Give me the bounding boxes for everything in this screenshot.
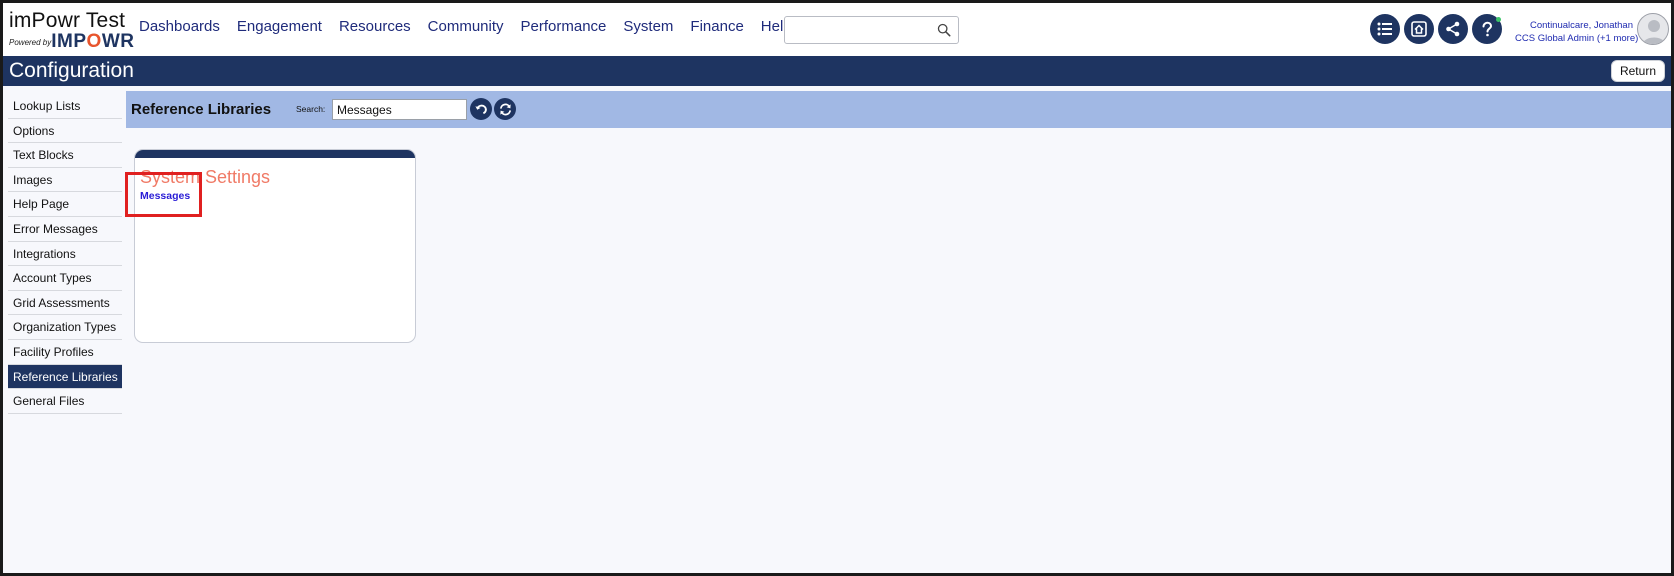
user-role: CCS Global Admin (+1 more): [1515, 33, 1639, 44]
refresh-icon: [499, 103, 511, 115]
app-title: imPowr Test: [9, 9, 126, 32]
page-title: Configuration: [9, 59, 134, 82]
toolbar-icons: [1370, 14, 1502, 44]
messages-link[interactable]: Messages: [140, 190, 190, 202]
top-navbar: imPowr Test Powered byIMPOWR Dashboards …: [3, 3, 1671, 56]
search-icon[interactable]: [937, 23, 951, 37]
nav-system[interactable]: System: [623, 18, 673, 35]
sidebar-item-general-files[interactable]: General Files: [8, 389, 122, 414]
help-icon[interactable]: [1472, 14, 1502, 44]
user-name: Continualcare, Jonathan: [1530, 20, 1633, 31]
nav-community[interactable]: Community: [428, 18, 504, 35]
list-icon[interactable]: [1370, 14, 1400, 44]
app-window: imPowr Test Powered byIMPOWR Dashboards …: [0, 0, 1674, 576]
user-avatar-icon: [1642, 20, 1666, 44]
undo-button[interactable]: [470, 98, 492, 120]
return-button[interactable]: Return: [1610, 60, 1665, 82]
home-icon[interactable]: [1404, 14, 1434, 44]
nav-resources[interactable]: Resources: [339, 18, 411, 35]
search-label: Search:: [296, 104, 326, 114]
sidebar-item-help-page[interactable]: Help Page: [8, 192, 122, 217]
brand[interactable]: imPowr Test Powered byIMPOWR: [9, 10, 134, 52]
page-header: Configuration Return: [3, 56, 1671, 86]
sidebar-item-account-types[interactable]: Account Types: [8, 266, 122, 291]
sidebar-item-text-blocks[interactable]: Text Blocks: [8, 143, 122, 168]
avatar[interactable]: [1637, 13, 1669, 45]
sidebar-item-grid-assessments[interactable]: Grid Assessments: [8, 291, 122, 316]
nav-finance[interactable]: Finance: [690, 18, 743, 35]
global-search: [784, 16, 959, 44]
card-header-bar: [135, 150, 415, 158]
powered-by-text: Powered by: [9, 38, 52, 47]
impowr-logo: IMPOWR: [51, 31, 135, 52]
nav-engagement[interactable]: Engagement: [237, 18, 322, 35]
section-title: Reference Libraries: [131, 101, 272, 118]
library-card-system-settings: System Settings Messages: [134, 149, 416, 343]
powered-by-logo: Powered byIMPOWR: [9, 31, 135, 52]
sidebar-item-error-messages[interactable]: Error Messages: [8, 217, 122, 242]
status-dot: [1496, 17, 1501, 22]
sidebar-item-lookup-lists[interactable]: Lookup Lists: [8, 94, 122, 119]
nav-dashboards[interactable]: Dashboards: [139, 18, 220, 35]
user-info[interactable]: Continualcare, Jonathan CCS Global Admin…: [1515, 19, 1639, 45]
undo-icon: [474, 104, 487, 114]
sidebar-item-facility-profiles[interactable]: Facility Profiles: [8, 340, 122, 365]
config-sidebar: Lookup Lists Options Text Blocks Images …: [8, 94, 122, 414]
nav-performance[interactable]: Performance: [521, 18, 607, 35]
share-icon[interactable]: [1438, 14, 1468, 44]
card-heading: System Settings: [140, 167, 271, 187]
sidebar-item-options[interactable]: Options: [8, 119, 122, 144]
sidebar-item-integrations[interactable]: Integrations: [8, 242, 122, 267]
refresh-button[interactable]: [494, 98, 516, 120]
sidebar-item-reference-libraries[interactable]: Reference Libraries: [8, 364, 122, 390]
sidebar-item-images[interactable]: Images: [8, 168, 122, 193]
main-nav: Dashboards Engagement Resources Communit…: [139, 18, 809, 35]
library-search-input[interactable]: [332, 99, 467, 120]
global-search-input[interactable]: [789, 18, 929, 42]
reference-libraries-toolbar: Reference Libraries Search:: [126, 91, 1671, 128]
sidebar-item-organization-types[interactable]: Organization Types: [8, 315, 122, 340]
